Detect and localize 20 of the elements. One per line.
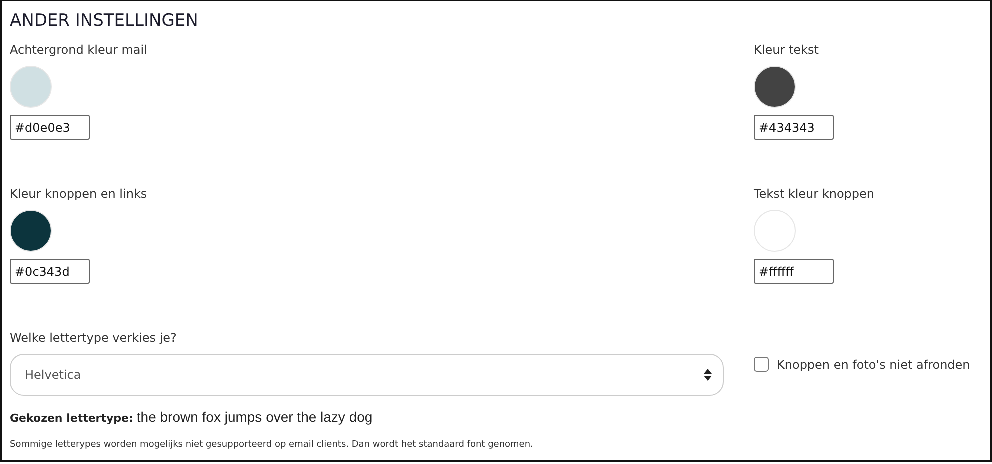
hex-input-field[interactable]: #d0e0e3 — [10, 115, 90, 140]
font-preview-text: Gekozen lettertype: the brown fox jumps over the lazy dog — [10, 409, 374, 425]
field-label: Achtergrond kleur mail — [10, 43, 148, 57]
hex-input-field[interactable]: #434343 — [754, 115, 834, 140]
checkbox-label: Knoppen en foto's niet afronden — [777, 358, 970, 372]
hex-input-field[interactable]: #0c343d — [10, 259, 90, 284]
field-label: Welke lettertype verkies je? — [10, 331, 178, 345]
color-swatch[interactable] — [10, 210, 52, 252]
hint-text: Sommige letterypes worden mogelijks niet gesupporteerd op email clients. Dan wordt het standaard font genomen. — [10, 440, 534, 450]
hex-input-field[interactable]: #ffffff — [754, 259, 834, 284]
field-label: Kleur knoppen en links — [10, 187, 148, 201]
sort-caret-icon — [704, 369, 712, 381]
section-title: ANDER INSTELLINGEN — [10, 11, 200, 31]
checkbox[interactable] — [754, 357, 769, 372]
color-swatch[interactable] — [754, 210, 796, 252]
color-swatch[interactable] — [754, 66, 796, 108]
font-dropdown[interactable]: Helvetica — [10, 354, 724, 396]
color-swatch[interactable] — [10, 66, 52, 108]
field-label: Kleur tekst — [754, 43, 820, 57]
field-label: Tekst kleur knoppen — [754, 187, 876, 201]
